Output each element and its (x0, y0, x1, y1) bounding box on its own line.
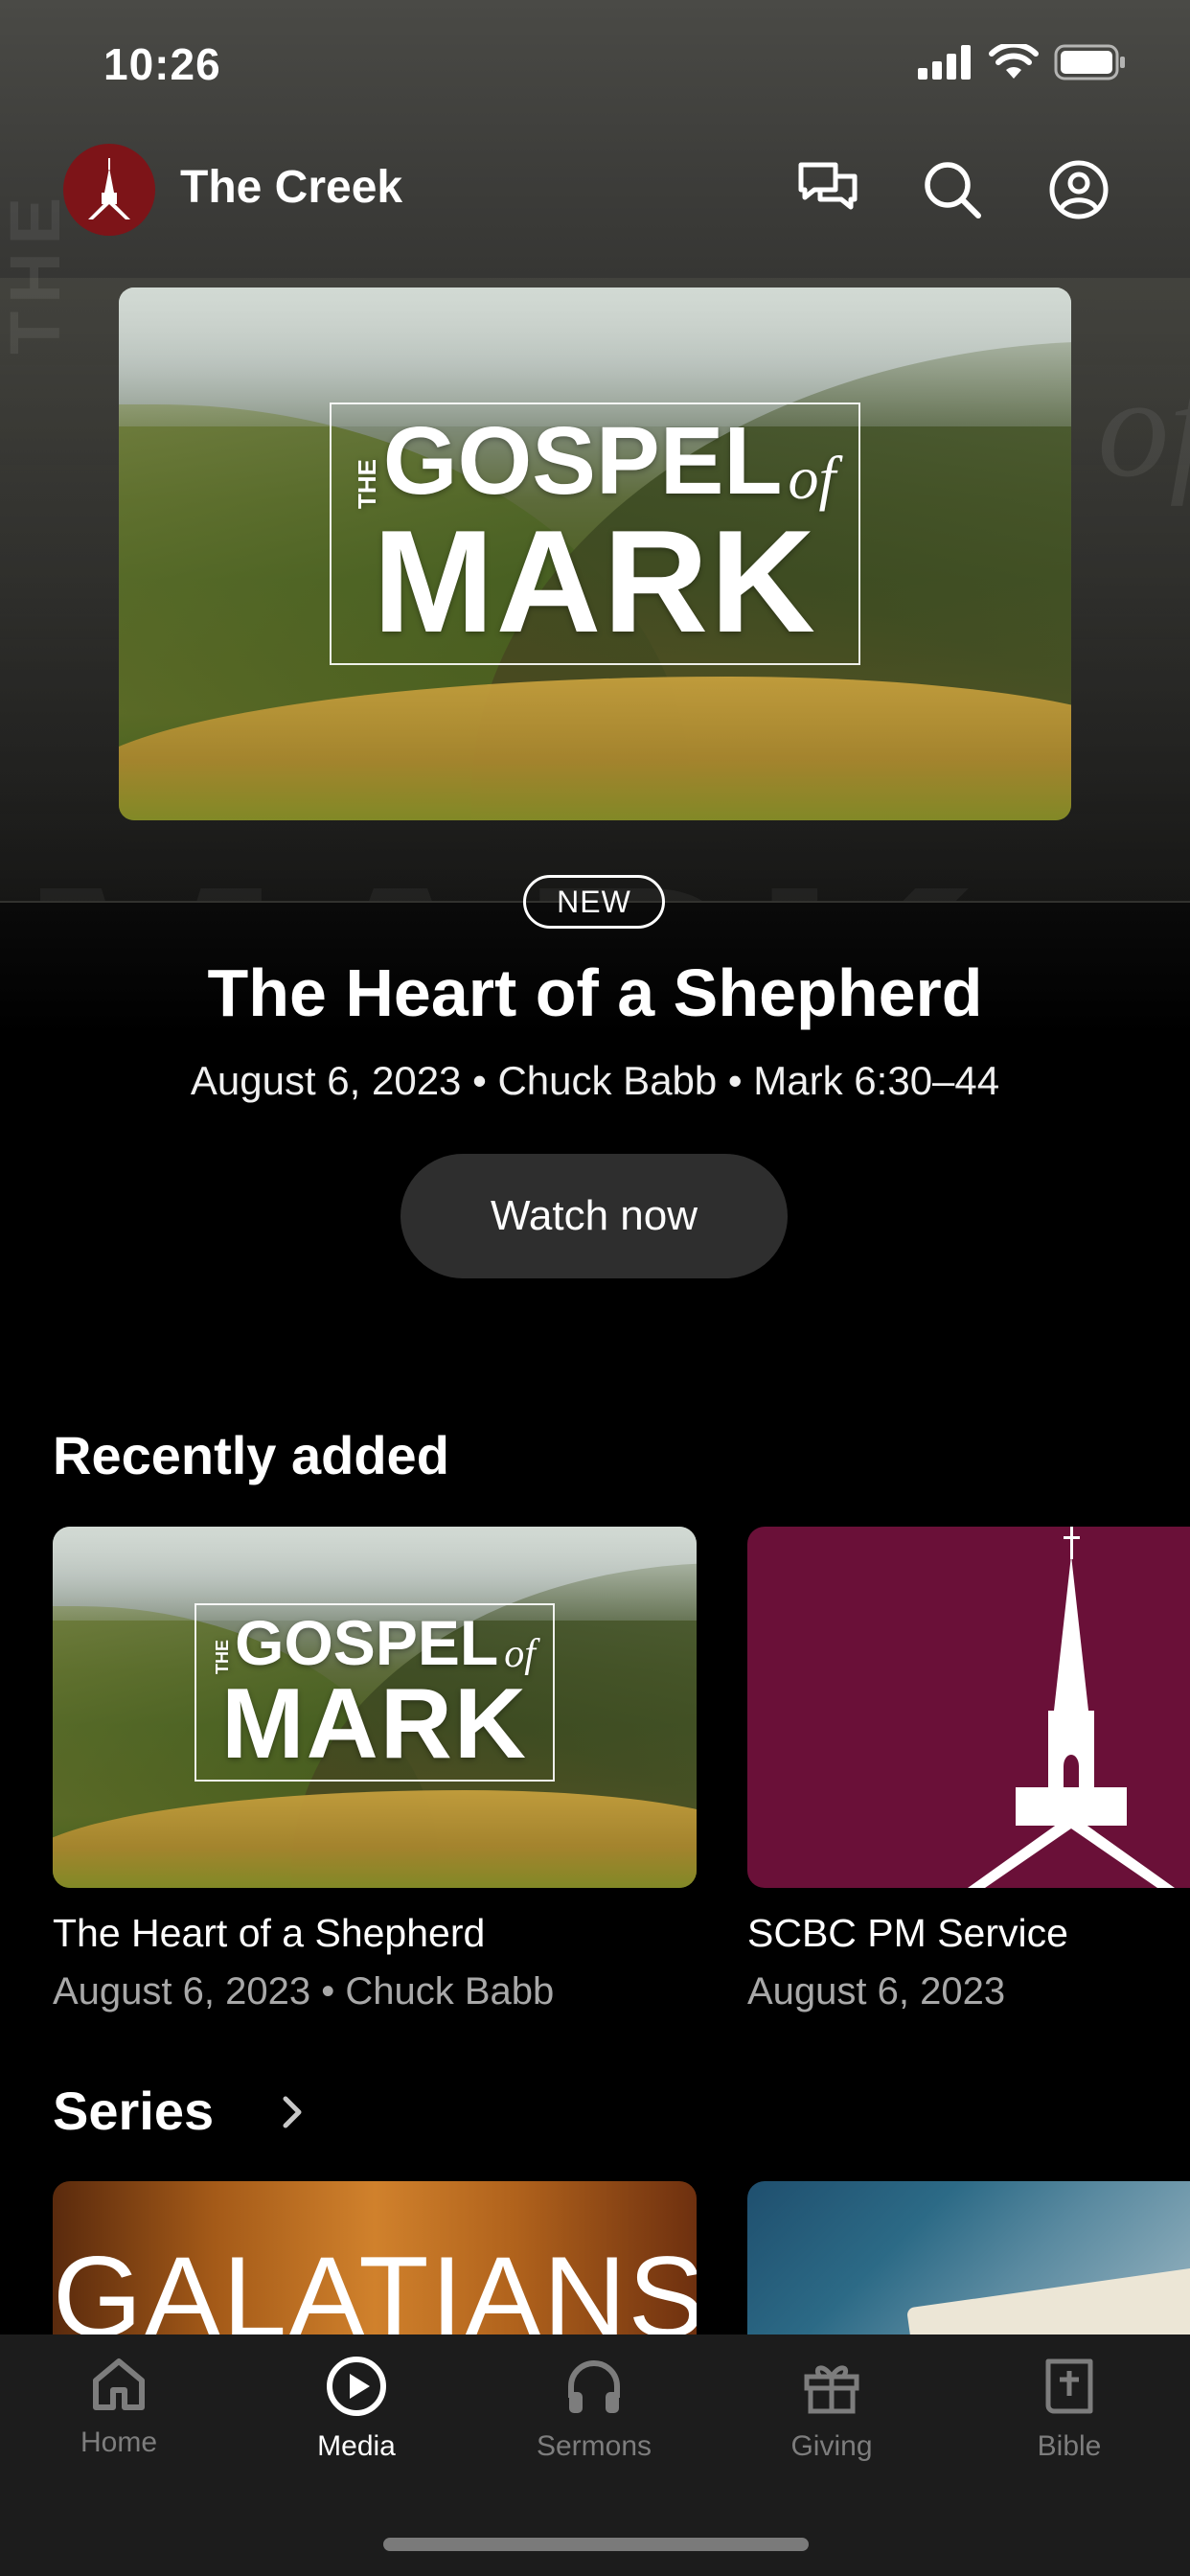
tab-label: Bible (1037, 2430, 1102, 2462)
home-icon (93, 2358, 145, 2410)
gift-icon (804, 2365, 859, 2414)
church-logo[interactable] (63, 144, 155, 236)
featured-meta: August 6, 2023 • Chuck Babb • Mark 6:30–… (190, 1058, 1000, 1103)
wifi-icon (989, 44, 1039, 79)
battery-icon (1054, 44, 1125, 80)
tab-media[interactable]: Media (261, 2356, 452, 2463)
tab-giving[interactable]: Giving (736, 2356, 927, 2463)
profile-button[interactable] (1044, 155, 1113, 224)
play-circle-icon (327, 2357, 386, 2416)
tab-sermons[interactable]: Sermons (498, 2356, 690, 2463)
search-icon (925, 162, 981, 218)
series-heading[interactable]: Series (53, 2080, 214, 2142)
featured-artwork[interactable]: THE GOSPEL of MARK (119, 288, 1071, 820)
series-title-graphic: THE GOSPEL of MARK (195, 1603, 555, 1782)
series-title-graphic: THE GOSPEL of MARK (330, 402, 860, 665)
tab-bible[interactable]: Bible (973, 2356, 1165, 2463)
hero-ghost-text: of (1097, 348, 1190, 507)
tab-home[interactable]: Home (23, 2356, 215, 2459)
media-card-subtitle: August 6, 2023 (747, 1970, 1006, 2012)
brand-name: The Creek (180, 162, 403, 213)
media-card-thumbnail[interactable]: THE GOSPEL of MARK (53, 1527, 697, 1888)
bible-icon (1045, 2358, 1093, 2414)
home-indicator (383, 2538, 809, 2551)
media-card-title[interactable]: The Heart of a Shepherd (53, 1911, 485, 1956)
open-bible-image (905, 2266, 1190, 2334)
messages-button[interactable] (793, 155, 862, 224)
tab-label: Home (80, 2426, 158, 2458)
new-badge: NEW (523, 875, 665, 929)
search-button[interactable] (918, 155, 987, 224)
status-time: 10:26 (103, 39, 221, 89)
church-steeple-icon (968, 1527, 1175, 1888)
status-icons (918, 44, 1127, 80)
media-card-subtitle: August 6, 2023 • Chuck Babb (53, 1970, 555, 2012)
steeple-icon (88, 158, 130, 219)
media-card-thumbnail[interactable] (747, 1527, 1190, 1888)
headphones-icon (568, 2360, 620, 2413)
recently-added-heading: Recently added (53, 1425, 449, 1485)
hero-ghost-text: THE (0, 190, 75, 355)
series-artwork-title: GALATIANS (53, 2233, 697, 2334)
media-card-title[interactable]: SCBC PM Service (747, 1911, 1068, 1956)
cellular-signal-icon (918, 45, 971, 80)
tab-label: Giving (790, 2430, 873, 2462)
watch-now-button[interactable]: Watch now (400, 1154, 788, 1278)
series-card-galatians[interactable]: GALATIANS (53, 2181, 697, 2334)
tab-label: Media (317, 2430, 396, 2462)
chevron-right-icon[interactable] (278, 2093, 307, 2136)
featured-title: The Heart of a Shepherd (207, 955, 983, 1030)
series-card-thumbnail[interactable] (747, 2181, 1190, 2334)
user-circle-icon (1049, 160, 1109, 219)
chat-bubbles-icon (798, 162, 858, 210)
tab-label: Sermons (536, 2430, 652, 2462)
